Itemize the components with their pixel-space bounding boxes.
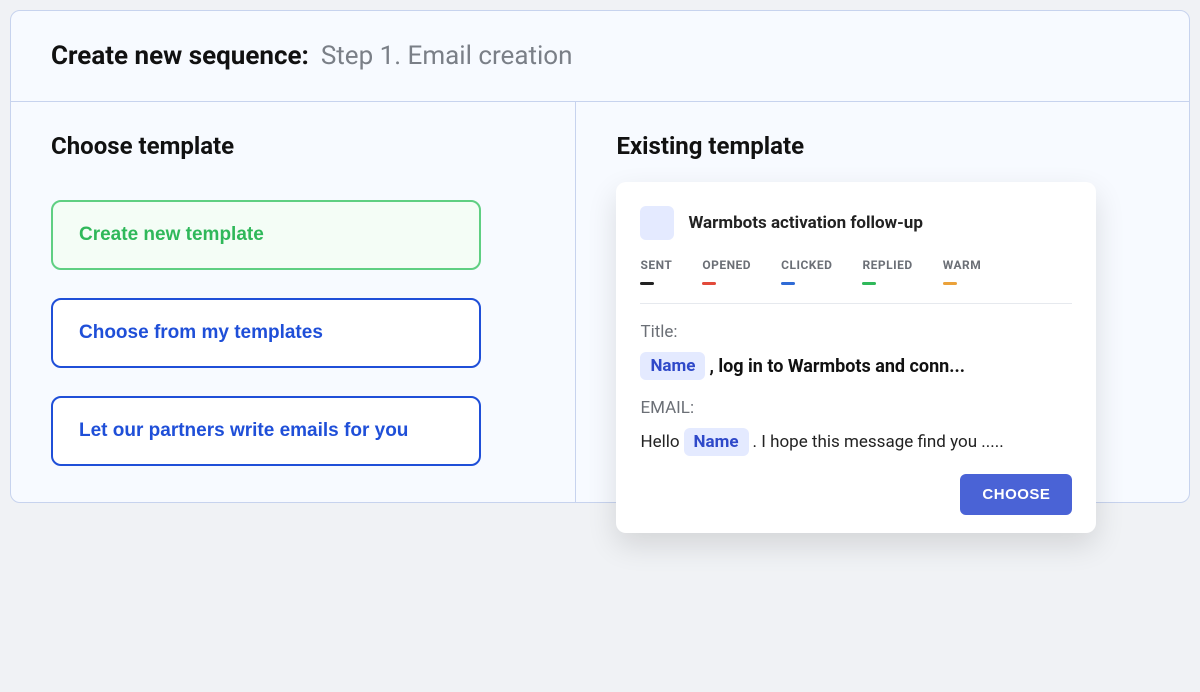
- sequence-wizard-card: Create new sequence: Step 1. Email creat…: [10, 10, 1190, 503]
- email-prefix: Hello: [640, 432, 679, 452]
- template-name: Warmbots activation follow-up: [688, 213, 922, 233]
- template-preview-card: Warmbots activation follow-up SENT OPENE…: [616, 182, 1096, 533]
- variable-name-pill: Name: [640, 352, 705, 380]
- stat-sent: SENT: [640, 258, 672, 285]
- create-new-template-option[interactable]: Create new template: [51, 200, 481, 270]
- title-preview: Name , log in to Warmbots and conn...: [640, 352, 1072, 380]
- stat-clicked-indicator: [781, 282, 795, 285]
- title-text: , log in to Warmbots and conn...: [709, 356, 964, 377]
- stat-warm: WARM: [943, 258, 982, 285]
- stat-replied-indicator: [862, 282, 876, 285]
- divider: [640, 303, 1072, 304]
- template-avatar-icon: [640, 206, 674, 240]
- email-rest: . I hope this message find you .....: [753, 432, 1004, 452]
- email-preview: Hello Name . I hope this message find yo…: [640, 428, 1072, 456]
- existing-template-heading: Existing template: [616, 132, 1149, 160]
- stat-clicked: CLICKED: [781, 258, 832, 285]
- existing-template-panel: Existing template Warmbots activation fo…: [576, 102, 1189, 502]
- wizard-title: Create new sequence:: [51, 41, 309, 71]
- wizard-header: Create new sequence: Step 1. Email creat…: [11, 11, 1189, 102]
- choose-template-panel: Choose template Create new template Choo…: [11, 102, 576, 502]
- variable-name-pill: Name: [684, 428, 749, 456]
- choose-template-heading: Choose template: [51, 132, 535, 160]
- stat-opened: OPENED: [702, 258, 751, 285]
- wizard-step-label: Step 1. Email creation: [321, 41, 573, 71]
- stat-warm-indicator: [943, 282, 957, 285]
- stat-opened-indicator: [702, 282, 716, 285]
- partners-write-option[interactable]: Let our partners write emails for you: [51, 396, 481, 466]
- email-field-label: EMAIL:: [640, 398, 1072, 418]
- stat-sent-indicator: [640, 282, 654, 285]
- title-field-label: Title:: [640, 322, 1072, 342]
- choose-template-button[interactable]: CHOOSE: [960, 474, 1072, 515]
- choose-from-my-templates-option[interactable]: Choose from my templates: [51, 298, 481, 368]
- stat-replied: REPLIED: [862, 258, 912, 285]
- template-stats-row: SENT OPENED CLICKED REPLIED: [640, 258, 1072, 285]
